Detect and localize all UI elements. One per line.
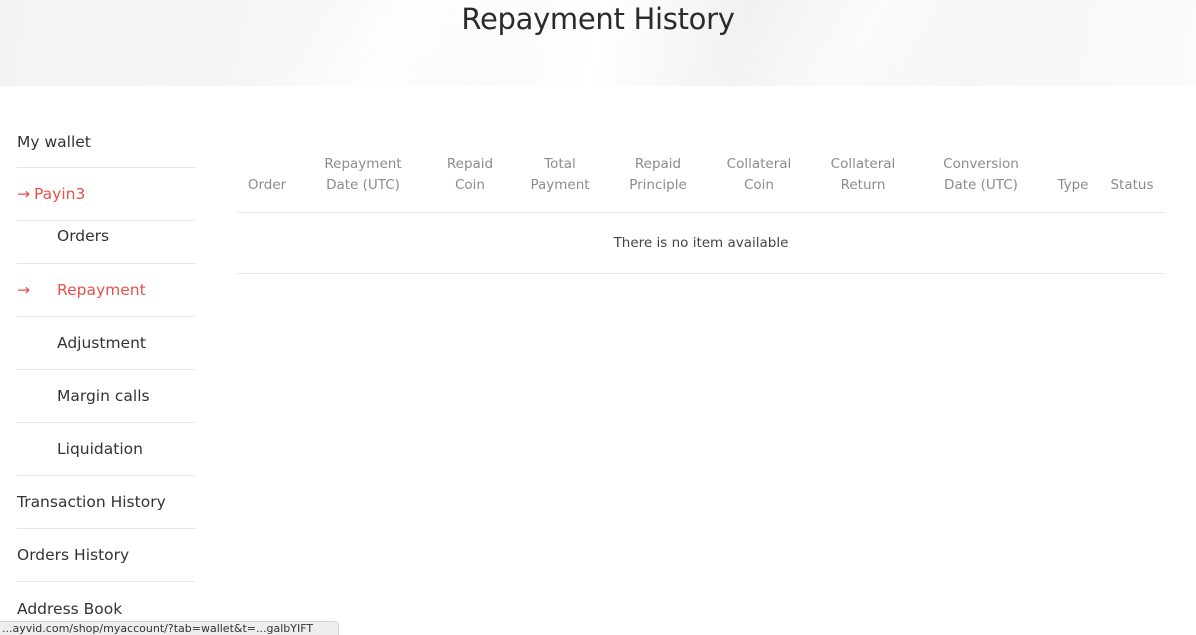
sidebar-item-label: Transaction History bbox=[17, 493, 166, 511]
sidebar-item-orders[interactable]: Orders bbox=[17, 221, 195, 264]
sidebar-item-label: Orders bbox=[57, 227, 110, 245]
sidebar-item-label: Orders History bbox=[17, 546, 130, 564]
sidebar-item-my-wallet[interactable]: My wallet bbox=[17, 116, 195, 168]
sidebar-item-orders-history[interactable]: Orders History bbox=[17, 529, 195, 582]
page-header-banner: Repayment History bbox=[0, 0, 1196, 86]
sidebar-item-repayment[interactable]: → Repayment bbox=[17, 264, 195, 317]
repayment-table: Order Repayment Date (UTC) Repaid Coin T… bbox=[237, 147, 1165, 274]
arrow-right-icon: → bbox=[17, 281, 30, 299]
column-header-total-payment: Total Payment bbox=[530, 156, 590, 193]
empty-state-message: There is no item available bbox=[237, 213, 1165, 274]
sidebar-item-label: Repayment bbox=[57, 281, 146, 299]
page-title: Repayment History bbox=[461, 2, 735, 36]
sidebar-item-adjustment[interactable]: Adjustment bbox=[17, 317, 195, 370]
sidebar-item-label: Margin calls bbox=[57, 387, 150, 405]
sidebar-item-label: Address Book bbox=[17, 599, 123, 618]
column-header-type: Type bbox=[1057, 177, 1089, 193]
sidebar-item-liquidation[interactable]: Liquidation bbox=[17, 423, 195, 476]
arrow-right-icon: → bbox=[17, 185, 30, 203]
column-header-repayment-date: Repayment Date (UTC) bbox=[324, 156, 402, 193]
column-header-status: Status bbox=[1110, 177, 1154, 193]
sidebar-item-label: My wallet bbox=[17, 132, 91, 151]
column-header-order: Order bbox=[247, 177, 287, 193]
column-header-repaid-principle: Repaid Principle bbox=[629, 156, 687, 193]
sidebar-item-transaction-history[interactable]: Transaction History bbox=[17, 476, 195, 529]
sidebar-item-margin-calls[interactable]: Margin calls bbox=[17, 370, 195, 423]
table-header-row: Order Repayment Date (UTC) Repaid Coin T… bbox=[237, 147, 1165, 213]
sidebar-item-label: Payin3 bbox=[34, 185, 86, 203]
column-header-repaid-coin: Repaid Coin bbox=[446, 156, 494, 193]
sidebar-item-label: Liquidation bbox=[57, 440, 143, 458]
sidebar-item-label: Adjustment bbox=[57, 334, 146, 352]
account-sidebar: My wallet → Payin3 Orders → Repayment Ad… bbox=[17, 116, 195, 635]
column-header-collateral-return: Collateral Return bbox=[830, 156, 896, 193]
column-header-collateral-coin: Collateral Coin bbox=[726, 156, 792, 193]
sidebar-item-payin3[interactable]: → Payin3 bbox=[17, 168, 195, 221]
column-header-conversion-date: Conversion Date (UTC) bbox=[943, 156, 1019, 193]
